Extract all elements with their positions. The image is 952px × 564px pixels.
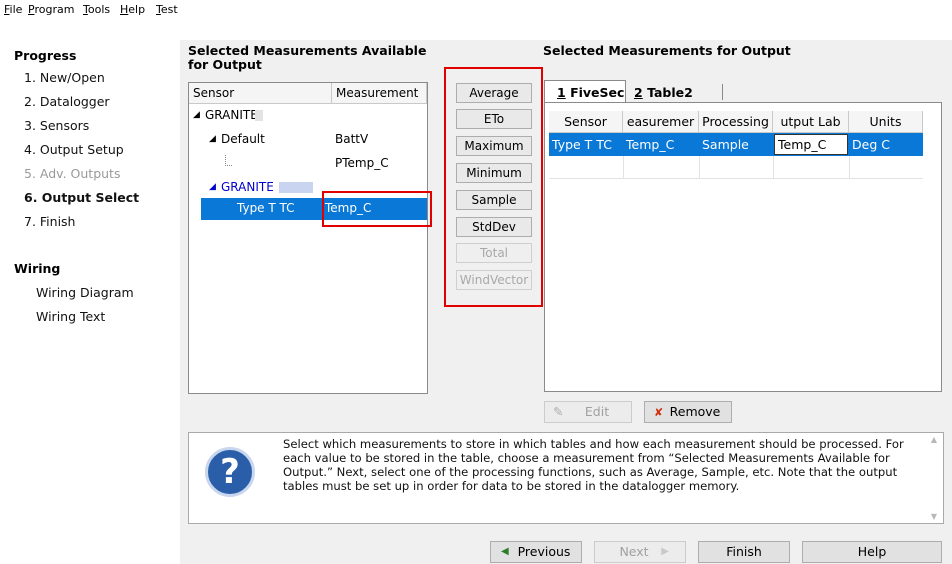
wiring-diagram-link[interactable]: Wiring Diagram (36, 285, 134, 300)
column-header-measurement[interactable]: easuremer (623, 111, 699, 133)
remove-x-icon: ✘ (654, 406, 664, 419)
empty-row (549, 156, 923, 179)
menu-test[interactable]: Test (156, 3, 178, 16)
previous-button[interactable]: ◀ Previous (490, 541, 582, 563)
step-output-setup[interactable]: 4. Output Setup (24, 142, 124, 157)
eto-button[interactable]: ETo (456, 109, 532, 129)
menu-file[interactable]: File (4, 3, 22, 16)
tab-label: Table2 (647, 85, 693, 100)
grid-line (623, 156, 624, 179)
column-header-units[interactable]: Units (849, 111, 923, 133)
next-button: Next ▶ (594, 541, 686, 563)
stddev-button[interactable]: StdDev (456, 217, 532, 237)
collapse-arrow-icon[interactable]: ◢ (209, 129, 216, 150)
remove-button[interactable]: ✘ Remove (644, 401, 732, 423)
tab-number: 1 (557, 85, 566, 100)
wiring-title: Wiring (14, 261, 61, 276)
arrow-left-icon: ◀ (501, 546, 509, 557)
cell-measurement[interactable]: Temp_C (623, 133, 699, 156)
tree-node-sensor: Type T TC (237, 201, 295, 215)
output-label-input[interactable]: Temp_C (774, 134, 848, 155)
help-text: Select which measurements to store in wh… (283, 437, 904, 493)
minimum-button[interactable]: Minimum (456, 163, 532, 183)
tree-node-measurement: PTemp_C (335, 156, 389, 170)
step-adv-outputs: 5. Adv. Outputs (24, 166, 121, 181)
column-header-sensor[interactable]: Sensor (549, 111, 623, 133)
help-question-icon: ? (205, 447, 255, 497)
available-measurements-table[interactable]: Sensor Measurement ◢ GRANITE ◢ Default B… (188, 82, 428, 394)
tab-table2[interactable]: 2 Table2 (634, 84, 693, 102)
tree-row[interactable]: PTemp_C (189, 153, 427, 174)
progress-title: Progress (14, 48, 77, 63)
help-button[interactable]: Help (802, 541, 942, 563)
edit-button: ✎ Edit (544, 401, 632, 423)
tree-row[interactable]: ◢ Default BattV (189, 129, 427, 150)
collapse-arrow-icon[interactable]: ◢ (209, 177, 216, 198)
tab-number: 2 (634, 85, 643, 100)
windvector-button: WindVector (456, 270, 532, 290)
menu-help[interactable]: Help (120, 3, 145, 16)
menu-program[interactable]: Program (28, 3, 74, 16)
cell-sensor[interactable]: Type T TC (549, 133, 623, 156)
collapse-arrow-icon[interactable]: ◢ (193, 105, 200, 126)
column-header-sensor[interactable]: Sensor (189, 83, 332, 104)
tab-label: FiveSec (570, 85, 625, 100)
step-datalogger[interactable]: 2. Datalogger (24, 94, 110, 109)
previous-label: Previous (517, 544, 571, 559)
cell-processing[interactable]: Sample (699, 133, 773, 156)
column-header-processing[interactable]: Processing (699, 111, 773, 133)
total-button: Total (456, 243, 532, 263)
step-sensors[interactable]: 3. Sensors (24, 118, 89, 133)
output-table[interactable]: Sensor easuremer Processing utput Lab Un… (544, 102, 942, 392)
arrow-right-icon: ▶ (661, 546, 669, 557)
finish-button[interactable]: Finish (698, 541, 790, 563)
step-finish[interactable]: 7. Finish (24, 214, 75, 229)
grid-line (849, 156, 850, 179)
help-panel: ? Select which measurements to store in … (188, 432, 944, 524)
menu-bar: File Program Tools Help Test (0, 0, 952, 21)
step-new-open[interactable]: 1. New/Open (24, 70, 105, 85)
menu-tools[interactable]: Tools (83, 3, 110, 16)
redacted-block (279, 182, 313, 193)
tree-node-sensor: Default (221, 132, 265, 146)
grid-line (773, 156, 774, 179)
column-header-output-label[interactable]: utput Lab (773, 111, 849, 133)
tree-row[interactable]: ◢ GRANITE (189, 105, 427, 126)
tab-fivesec[interactable]: 1 FiveSec (557, 84, 624, 102)
available-title: Selected Measurements Available for Outp… (188, 43, 427, 72)
sample-button[interactable]: Sample (456, 190, 532, 210)
column-header-measurement[interactable]: Measurement (332, 83, 427, 104)
wiring-text-link[interactable]: Wiring Text (36, 309, 105, 324)
tree-connector (225, 155, 232, 166)
output-title: Selected Measurements for Output (543, 43, 791, 58)
average-button[interactable]: Average (456, 83, 532, 103)
tree-node-sensor: GRANITE (205, 108, 258, 122)
maximum-button[interactable]: Maximum (456, 136, 532, 156)
pencil-icon: ✎ (553, 404, 564, 419)
redacted-block (255, 110, 263, 121)
tree-node-measurement: BattV (335, 132, 369, 146)
tab-divider (722, 84, 723, 100)
progress-pane: Progress 1. New/Open 2. Datalogger 3. Se… (0, 40, 180, 564)
remove-label: Remove (669, 404, 721, 419)
tree-node-sensor: GRANITE (221, 180, 274, 194)
highlight-box-measurement (322, 191, 432, 227)
grid-line (699, 156, 700, 179)
cell-units[interactable]: Deg C (849, 133, 923, 156)
help-scrollbar[interactable]: ▲ ▼ (927, 435, 941, 521)
step-output-select[interactable]: 6. Output Select (24, 190, 139, 205)
scroll-down-icon[interactable]: ▼ (927, 512, 941, 521)
scroll-up-icon[interactable]: ▲ (927, 435, 941, 444)
next-label: Next (619, 544, 649, 559)
edit-label: Edit (584, 404, 610, 419)
